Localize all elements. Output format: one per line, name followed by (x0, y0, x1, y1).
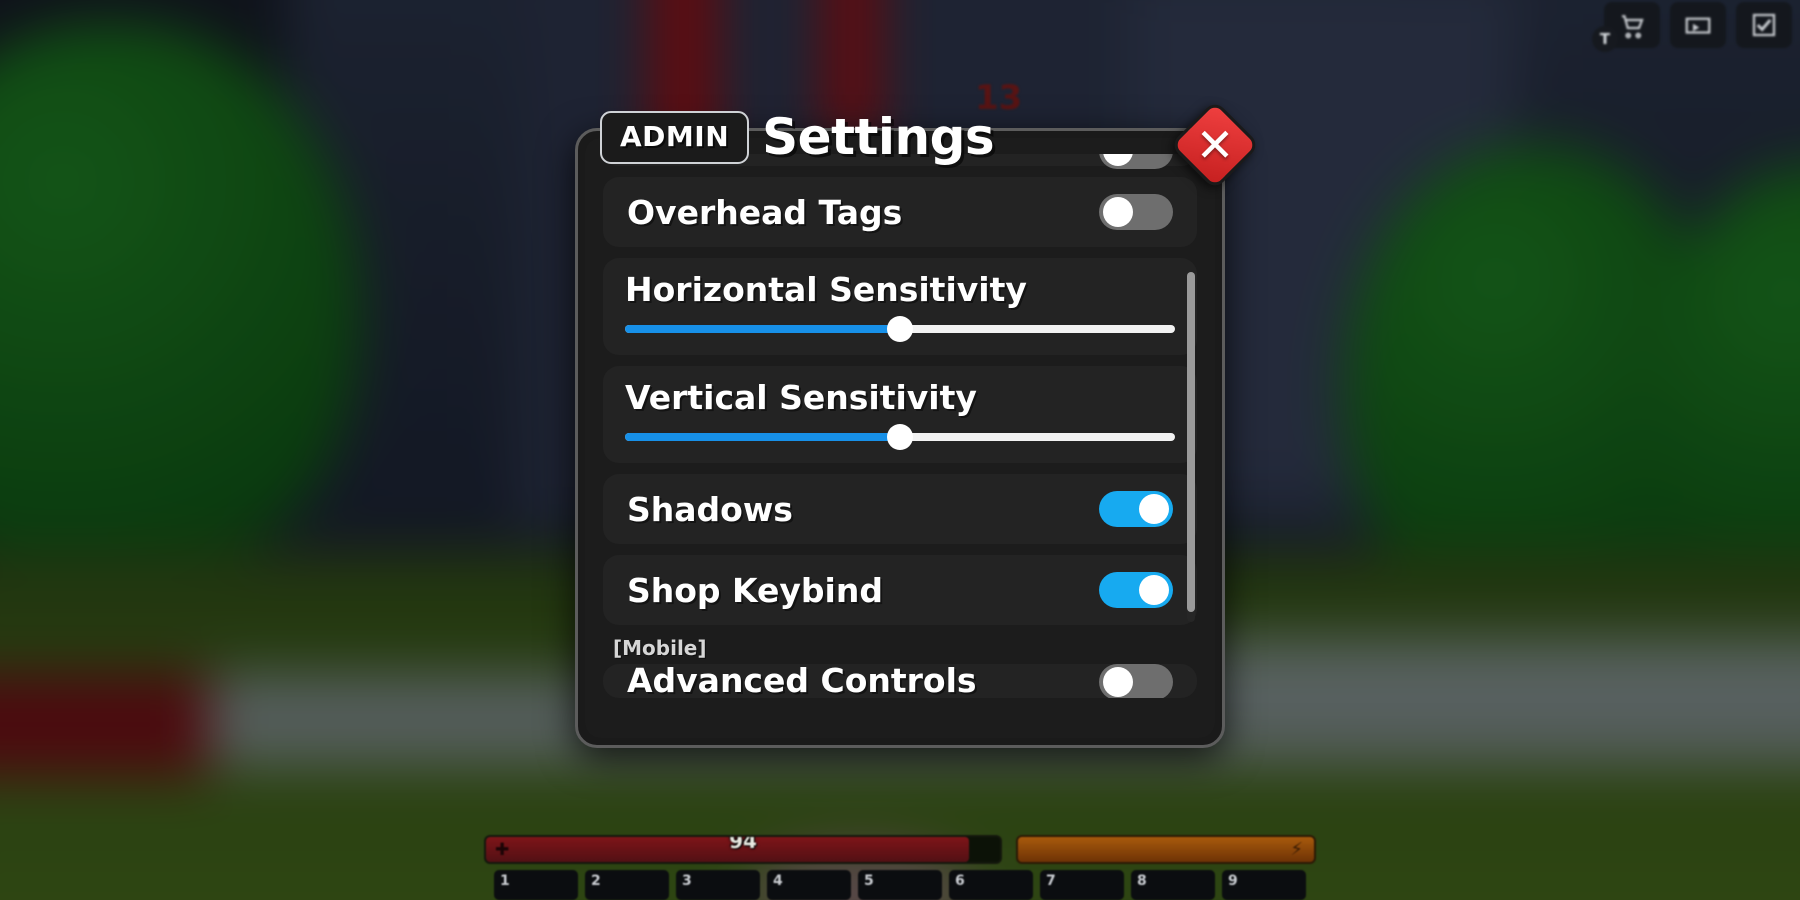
check-badge-icon[interactable] (1736, 2, 1792, 48)
close-button[interactable]: ✕ (1169, 99, 1261, 191)
hotbar-slot[interactable]: 5 (858, 870, 942, 900)
slider-fill-horizontal (625, 325, 900, 333)
setting-row-shop-keybind[interactable]: Shop Keybind (603, 555, 1197, 625)
hud-top-right-icons[interactable]: T (1592, 2, 1792, 52)
shop-cart-badge: T (1592, 26, 1618, 52)
scrollbar-track[interactable] (1187, 272, 1195, 622)
hotbar-slot[interactable]: 7 (1040, 870, 1124, 900)
toggle-knob (1103, 154, 1133, 166)
settings-row-above-toggle[interactable] (1099, 154, 1173, 169)
settings-panel-inner: Overhead Tags Horizontal Sensitivity Ver… (585, 138, 1215, 738)
toggle-knob (1103, 197, 1133, 227)
setting-row-horizontal-sensitivity[interactable]: Horizontal Sensitivity (603, 258, 1197, 355)
toggle-shadows[interactable] (1099, 491, 1173, 527)
setting-row-shadows[interactable]: Shadows (603, 474, 1197, 544)
setting-row-vertical-sensitivity[interactable]: Vertical Sensitivity (603, 366, 1197, 463)
hotbar-slot[interactable]: 4 (767, 870, 851, 900)
hotbar[interactable]: 1 2 3 4 5 6 7 8 9 (494, 870, 1306, 900)
settings-title-row: ADMIN Settings (600, 108, 995, 166)
hotbar-slot[interactable]: 6 (949, 870, 1033, 900)
stamina-bar: ⚡ (1016, 835, 1316, 864)
setting-row-overhead-tags[interactable]: Overhead Tags (603, 177, 1197, 247)
slider-knob-horizontal[interactable] (887, 316, 913, 342)
lightning-bolt-icon: ⚡ (1290, 839, 1303, 860)
toggle-advanced-controls[interactable] (1099, 664, 1173, 698)
toggle-shop-keybind[interactable] (1099, 572, 1173, 608)
toggle-knob (1139, 494, 1169, 524)
setting-label-shadows: Shadows (627, 489, 793, 529)
gift-card-icon[interactable] (1670, 2, 1726, 48)
settings-panel: Overhead Tags Horizontal Sensitivity Ver… (575, 128, 1225, 748)
slider-track-horizontal-sensitivity[interactable] (625, 316, 1175, 342)
settings-group-label-mobile: [Mobile] (613, 636, 707, 660)
hotbar-slot[interactable]: 8 (1131, 870, 1215, 900)
toggle-knob (1139, 575, 1169, 605)
setting-label-horizontal-sensitivity: Horizontal Sensitivity (625, 270, 1027, 309)
hotbar-slot[interactable]: 3 (676, 870, 760, 900)
close-x-icon: ✕ (1195, 118, 1235, 172)
scrollbar-thumb[interactable] (1187, 272, 1195, 612)
toggle-knob (1103, 667, 1133, 697)
slider-fill-vertical (625, 433, 900, 441)
hud-bars-row: ✚ 94 ⚡ (484, 835, 1316, 864)
hud-bottom: ✚ 94 ⚡ 1 2 3 4 5 6 7 8 9 (0, 835, 1800, 900)
health-value: 94 (729, 835, 757, 853)
admin-badge[interactable]: ADMIN (600, 110, 750, 164)
toggle-overhead-tags[interactable] (1099, 194, 1173, 230)
hotbar-slot[interactable]: 9 (1222, 870, 1306, 900)
setting-label-advanced-controls: Advanced Controls (627, 664, 977, 698)
slider-knob-vertical[interactable] (887, 424, 913, 450)
setting-label-vertical-sensitivity: Vertical Sensitivity (625, 378, 977, 417)
health-bar: ✚ 94 (484, 835, 1002, 864)
settings-scroll-area[interactable]: Overhead Tags Horizontal Sensitivity Ver… (603, 154, 1197, 730)
setting-label-shop-keybind: Shop Keybind (627, 570, 883, 610)
slider-track-vertical-sensitivity[interactable] (625, 424, 1175, 450)
page-title: Settings (762, 108, 995, 166)
shop-cart-icon[interactable]: T (1592, 2, 1660, 52)
setting-row-advanced-controls[interactable]: Advanced Controls (603, 664, 1197, 698)
hotbar-slot[interactable]: 2 (585, 870, 669, 900)
hotbar-slot[interactable]: 1 (494, 870, 578, 900)
setting-label-overhead-tags: Overhead Tags (627, 192, 903, 232)
